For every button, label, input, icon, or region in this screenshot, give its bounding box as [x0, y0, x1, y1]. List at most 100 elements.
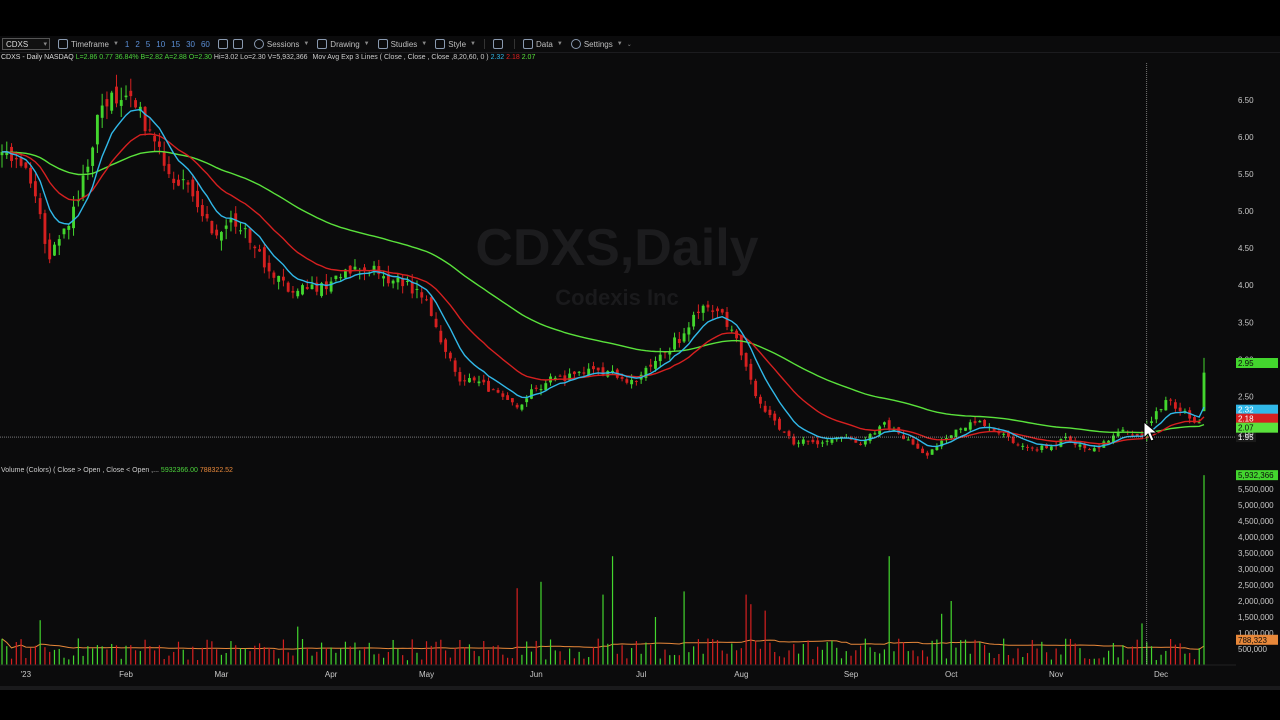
candle-up — [949, 435, 953, 438]
volume-bar — [778, 656, 781, 665]
candle-down — [859, 443, 863, 445]
grid-icon[interactable] — [232, 39, 246, 49]
candle-up — [100, 105, 104, 118]
chevron-down-icon: ▼ — [470, 41, 476, 47]
volume-bar — [1031, 639, 1033, 665]
gear-icon — [570, 39, 581, 49]
volume-bar — [526, 641, 528, 665]
candle-down — [558, 375, 562, 377]
price-tick-label: 3.50 — [1238, 318, 1254, 327]
volume-bar — [740, 648, 742, 665]
candle-down — [115, 86, 118, 104]
style-button[interactable]: Style ▼ — [435, 39, 476, 49]
volume-bar — [1141, 623, 1143, 665]
candle-down — [1135, 433, 1139, 436]
candle-up — [53, 244, 56, 256]
timeframe-button[interactable]: Timeframe ▼ — [58, 39, 119, 49]
candle-up — [539, 389, 543, 391]
volume-bar — [559, 651, 561, 665]
candle-up — [606, 371, 610, 377]
drawing-label: Drawing — [330, 39, 360, 49]
volume-bar — [850, 655, 852, 665]
volume-bar — [53, 649, 56, 665]
volume-bar — [1045, 652, 1048, 665]
volume-bar — [955, 647, 957, 665]
data-button[interactable]: Data ▼ — [522, 39, 563, 49]
layout-icon[interactable] — [492, 39, 506, 49]
candle-up — [243, 228, 247, 230]
timeframe-2[interactable]: 2 — [135, 40, 139, 49]
volume-bar — [1055, 648, 1057, 665]
candle-down — [105, 99, 109, 107]
chart-header: CDXS - Daily NASDAQ L=2.86 0.77 36.84% B… — [1, 54, 535, 61]
volume-bar — [278, 658, 280, 665]
volume-bar — [688, 652, 690, 665]
price-volume-chart[interactable]: CDXS,Daily Codexis Inc 1.95 6.506.005.50… — [0, 53, 1280, 686]
watermark-company: Codexis Inc — [555, 285, 678, 310]
candle-up — [687, 327, 691, 335]
pin-icon: ⌄ — [626, 41, 632, 48]
candle-up — [301, 285, 304, 295]
volume-bar — [402, 655, 404, 665]
candle-down — [425, 299, 428, 301]
volume-bar — [716, 640, 719, 665]
header-stat-3: B=2.82 — [138, 54, 163, 61]
volume-bar — [826, 642, 828, 665]
timeframe-1[interactable]: 1 — [125, 40, 129, 49]
candle-up — [1059, 439, 1063, 447]
volume-bar — [483, 641, 485, 665]
volume-bar — [1112, 643, 1114, 665]
candle-down — [782, 431, 786, 433]
volume-bar — [898, 638, 900, 665]
volume-bar — [941, 613, 943, 665]
candle-up — [239, 230, 242, 232]
chart-toolbar: CDXS Timeframe▼ 1 2 5 10 15 30 60 Sessio… — [0, 36, 1280, 53]
calendar-icon[interactable] — [217, 39, 231, 49]
candle-up — [868, 434, 872, 442]
volume-bar — [330, 647, 332, 665]
volume-marker-label: 788,323 — [1238, 636, 1267, 645]
candle-up — [339, 277, 343, 279]
toolbar-divider — [513, 39, 515, 49]
candle-down — [482, 379, 486, 383]
candle-down — [1169, 399, 1173, 401]
volume-bar — [225, 653, 227, 665]
settings-button[interactable]: Settings ▼ ⌄ — [570, 39, 632, 49]
chart-area[interactable]: CDXS,Daily Codexis Inc 1.95 6.50 6.00 5.50… — [0, 53, 1280, 686]
volume-bar — [111, 643, 113, 665]
chart-background — [0, 53, 1280, 686]
candle-up — [224, 225, 228, 229]
volume-bar — [387, 651, 389, 665]
timeframe-5[interactable]: 5 — [146, 40, 150, 49]
month-tick-label: Dec — [1154, 670, 1168, 679]
timeframe-10[interactable]: 10 — [156, 40, 165, 49]
horizontal-scrollbar[interactable] — [0, 686, 1280, 690]
sessions-button[interactable]: Sessions ▼ — [253, 39, 309, 49]
drawing-button[interactable]: Drawing ▼ — [317, 39, 370, 49]
candle-down — [515, 404, 519, 408]
volume-bar — [821, 649, 824, 665]
candle-down — [200, 205, 204, 217]
volume-bar — [196, 660, 199, 665]
candle-up — [468, 378, 471, 383]
candle-up — [820, 442, 824, 444]
volume-bar — [25, 658, 27, 665]
header-stat-5: O=2.30 — [186, 54, 212, 61]
candle-down — [458, 372, 462, 382]
candle-down — [167, 164, 171, 175]
volume-bar — [454, 647, 456, 665]
candle-up — [67, 225, 71, 230]
timeframe-15[interactable]: 15 — [171, 40, 180, 49]
volume-bar — [626, 658, 628, 665]
candle-up — [525, 398, 529, 403]
symbol-input[interactable]: CDXS — [2, 38, 50, 51]
candle-up — [329, 281, 333, 292]
candle-down — [191, 179, 195, 197]
volume-bar — [731, 643, 733, 665]
volume-bar — [335, 652, 337, 665]
volume-bar — [969, 653, 971, 665]
studies-button[interactable]: Studies ▼ — [377, 39, 427, 49]
candle-down — [205, 213, 209, 219]
timeframe-60[interactable]: 60 — [201, 40, 210, 49]
timeframe-30[interactable]: 30 — [186, 40, 195, 49]
